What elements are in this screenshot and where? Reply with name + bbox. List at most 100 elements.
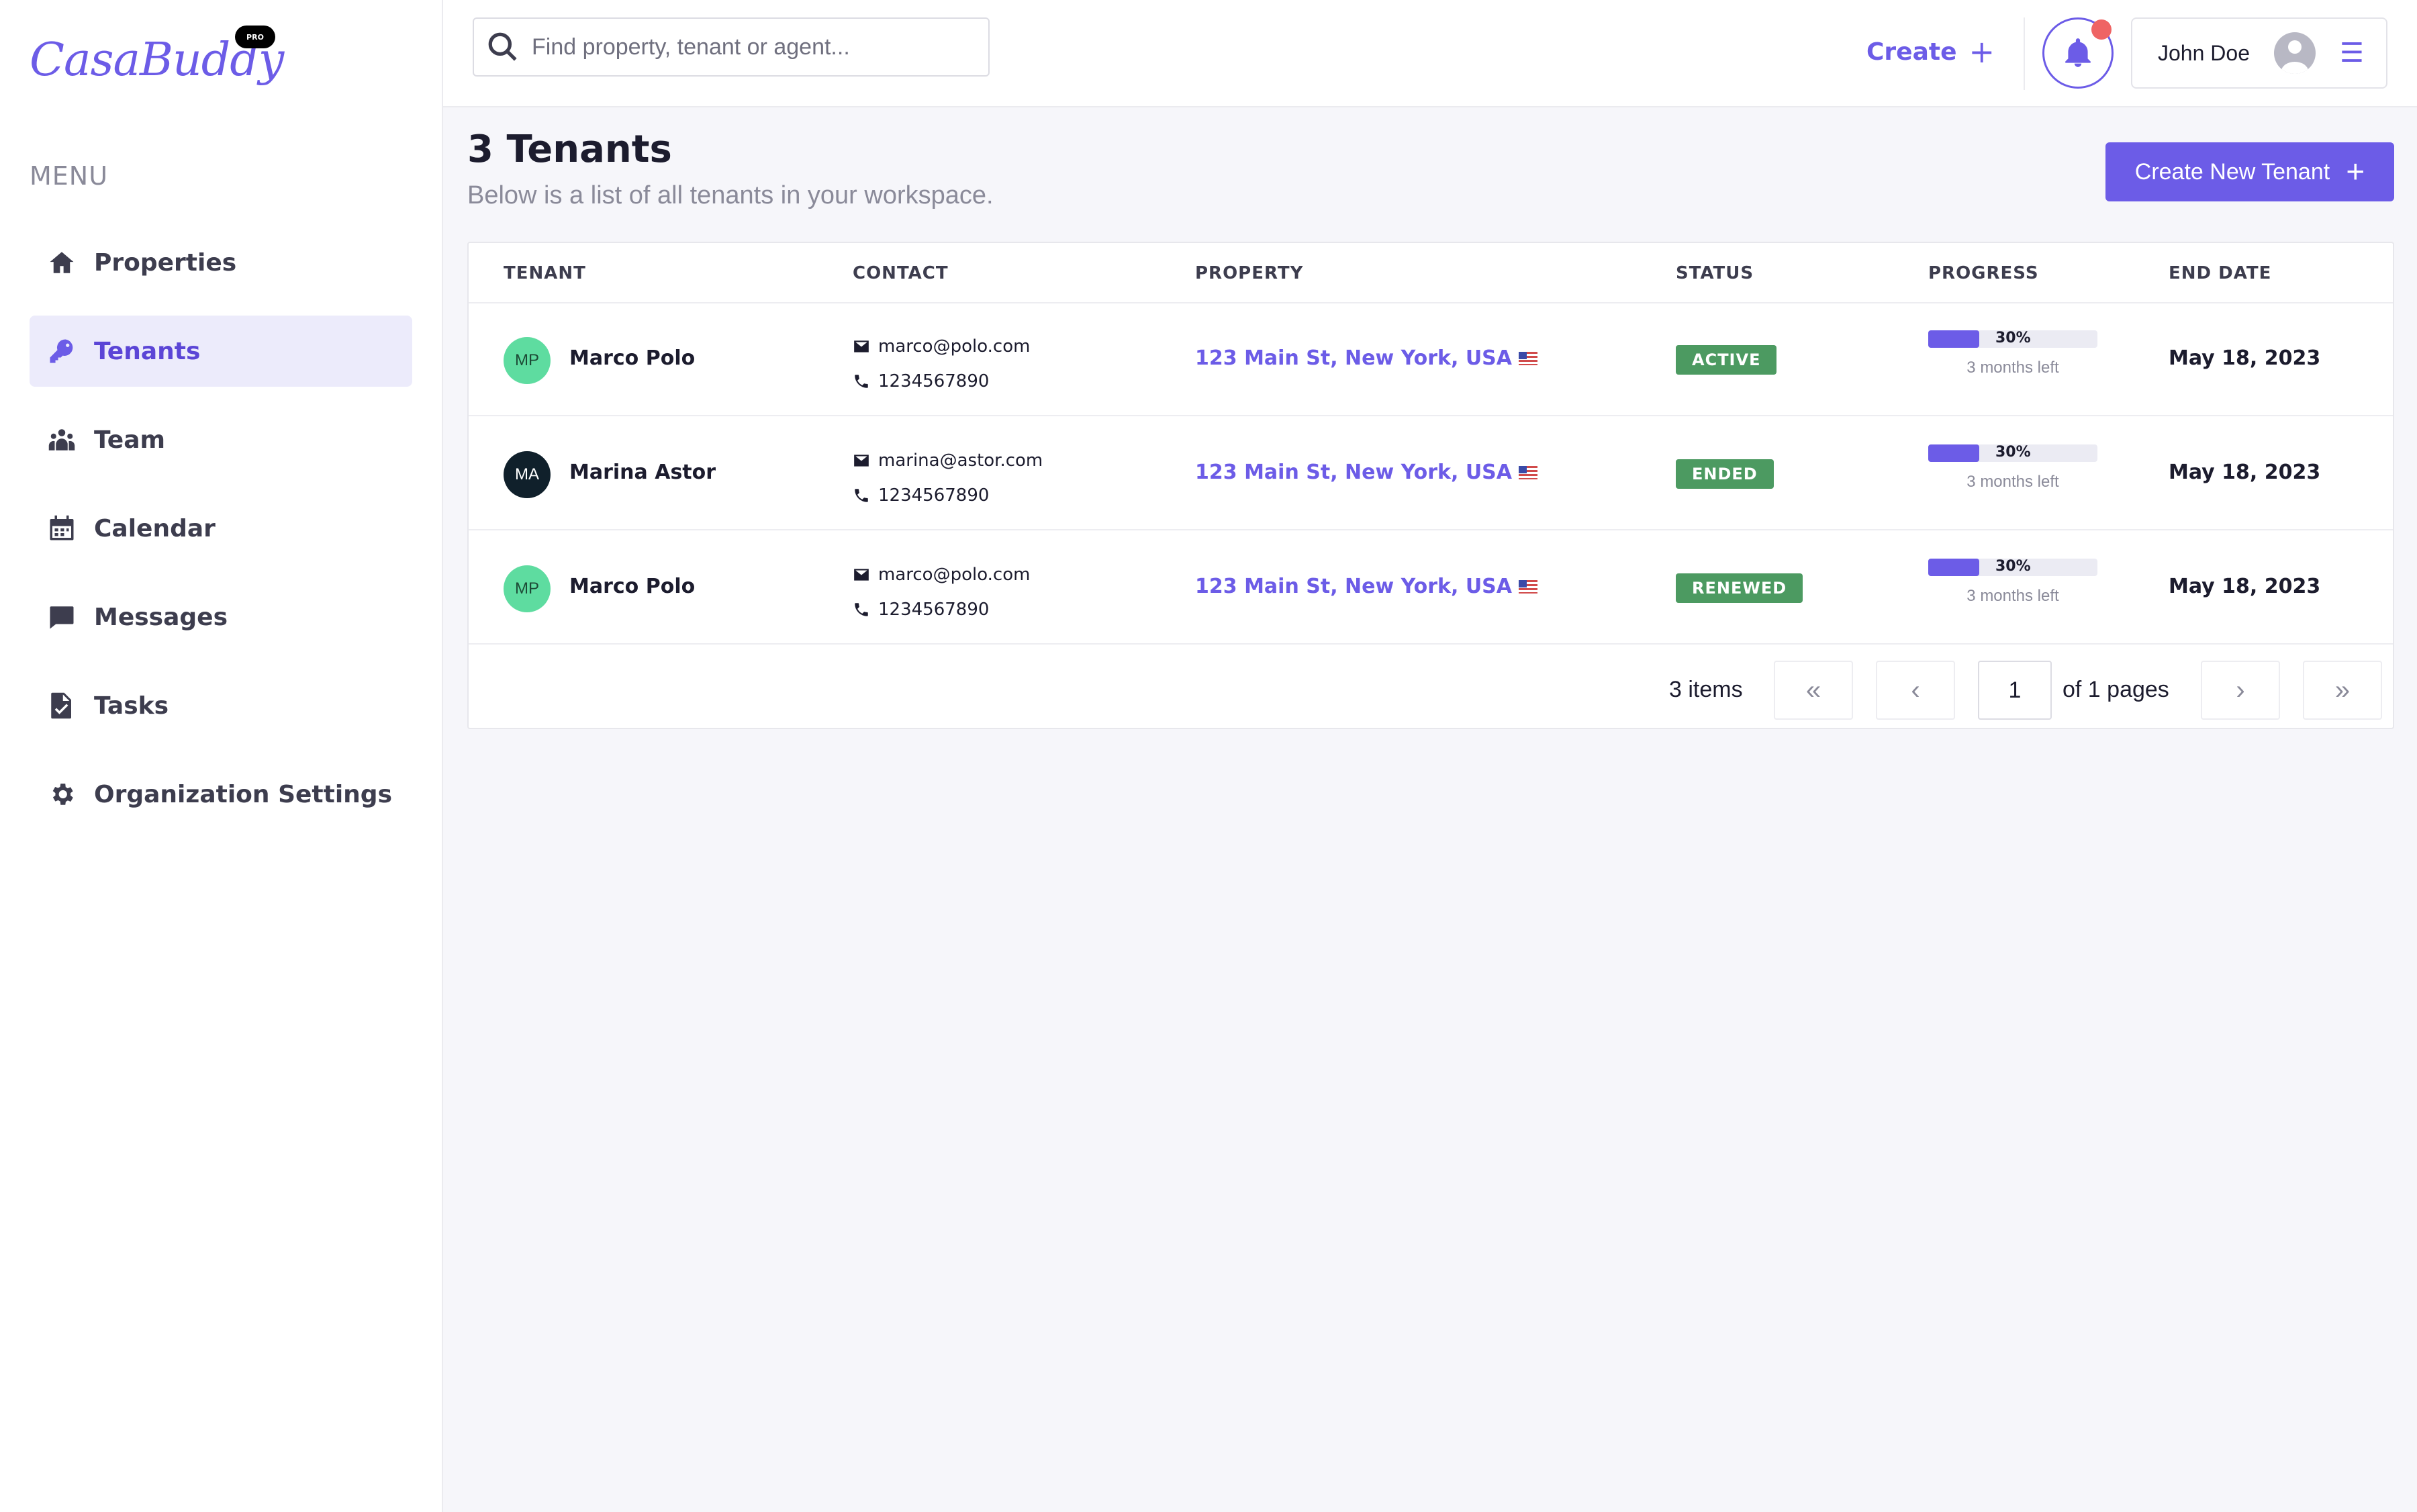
table-row[interactable]: MP Marco Polo marco@polo.com 1234567890 …	[469, 303, 2393, 416]
progress-fill	[1928, 444, 1979, 462]
us-flag-icon	[1519, 465, 1538, 479]
notification-dot	[2091, 19, 2112, 40]
previous-page-button[interactable]: ‹	[1876, 661, 1955, 720]
us-flag-icon	[1519, 579, 1538, 594]
sidebar-item-tenants[interactable]: Tenants	[30, 316, 412, 387]
mail-icon	[854, 455, 869, 467]
home-icon	[47, 248, 77, 277]
property-address: 123 Main St, New York, USA	[1195, 575, 1513, 598]
create-new-tenant-button[interactable]: Create New Tenant +	[2105, 142, 2394, 201]
sidebar-item-label: Tenants	[94, 337, 201, 365]
property-link[interactable]: 123 Main St, New York, USA	[1195, 461, 1538, 484]
sidebar-item-label: Tasks	[94, 692, 169, 720]
progress-label: 30%	[1995, 444, 2031, 461]
phone[interactable]: 1234567890	[878, 371, 989, 391]
property-address: 123 Main St, New York, USA	[1195, 461, 1513, 484]
chevron-right-icon: ›	[2236, 675, 2245, 705]
status-badge: RENEWED	[1676, 573, 1803, 603]
create-button[interactable]: Create +	[1866, 34, 1995, 70]
sidebar-item-messages[interactable]: Messages	[30, 581, 412, 653]
chevron-left-icon: ‹	[1911, 675, 1920, 705]
sidebar-item-properties[interactable]: Properties	[30, 227, 412, 298]
tenant-name[interactable]: Marina Astor	[569, 461, 716, 484]
avatar: MP	[504, 565, 551, 612]
items-count: 3 items	[1669, 677, 1743, 702]
email[interactable]: marco@polo.com	[878, 336, 1030, 357]
pagination: 3 items « ‹ of 1 pages › »	[469, 649, 2393, 729]
double-chevron-left-icon: «	[1805, 675, 1821, 705]
progress-bar: 30%	[1928, 330, 2097, 348]
email[interactable]: marco@polo.com	[878, 565, 1030, 585]
progress-label: 30%	[1995, 558, 2031, 575]
plus-icon: +	[2346, 154, 2365, 190]
progress-bar: 30%	[1928, 444, 2097, 462]
column-header-status[interactable]: STATUS	[1676, 263, 1754, 283]
sidebar-item-label: Team	[94, 426, 165, 454]
sidebar-item-label: Calendar	[94, 514, 216, 542]
table-row[interactable]: MA Marina Astor marina@astor.com 1234567…	[469, 418, 2393, 530]
task-icon	[47, 691, 77, 720]
sidebar-item-team[interactable]: Team	[30, 404, 412, 475]
column-header-property[interactable]: PROPERTY	[1195, 263, 1303, 283]
us-flag-icon	[1519, 351, 1538, 365]
end-date: May 18, 2023	[2169, 461, 2321, 484]
phone-icon	[855, 603, 868, 616]
page-title: 3 Tenants	[467, 128, 672, 171]
notifications-button[interactable]	[2042, 17, 2114, 89]
first-page-button[interactable]: «	[1774, 661, 1853, 720]
property-link[interactable]: 123 Main St, New York, USA	[1195, 346, 1538, 370]
next-page-button[interactable]: ›	[2201, 661, 2280, 720]
tenant-name[interactable]: Marco Polo	[569, 346, 695, 370]
last-page-button[interactable]: »	[2303, 661, 2382, 720]
search-input[interactable]	[532, 34, 948, 60]
end-date: May 18, 2023	[2169, 575, 2321, 598]
column-header-progress[interactable]: PROGRESS	[1928, 263, 2039, 283]
search-icon	[488, 32, 517, 61]
status-badge: ENDED	[1676, 459, 1774, 489]
plus-icon: +	[1969, 34, 1995, 70]
create-new-tenant-label: Create New Tenant	[2134, 158, 2330, 185]
sidebar: CasaBuddy PRO MENU Properties Tenants Te…	[0, 0, 443, 1512]
progress-label: 30%	[1995, 330, 2031, 346]
sidebar-item-organization-settings[interactable]: Organization Settings	[30, 759, 412, 830]
progress-note: 3 months left	[1966, 587, 2059, 605]
sidebar-item-calendar[interactable]: Calendar	[30, 493, 412, 564]
progress-fill	[1928, 559, 1979, 576]
search-box	[473, 17, 990, 77]
column-header-contact[interactable]: CONTACT	[853, 263, 949, 283]
email[interactable]: marina@astor.com	[878, 451, 1043, 471]
sidebar-item-tasks[interactable]: Tasks	[30, 670, 412, 741]
sidebar-item-label: Organization Settings	[94, 780, 393, 808]
contact-cell: marco@polo.com 1234567890	[853, 329, 1030, 399]
contact-cell: marco@polo.com 1234567890	[853, 557, 1030, 627]
user-name: John Doe	[2158, 40, 2250, 65]
team-icon	[47, 425, 77, 455]
avatar: MA	[504, 451, 551, 498]
sidebar-nav: Properties Tenants Team Calendar Message…	[30, 227, 412, 847]
progress-bar: 30%	[1928, 558, 2097, 576]
gear-icon	[47, 779, 77, 809]
column-header-end-date[interactable]: END DATE	[2169, 263, 2271, 283]
progress-cell: 30% 3 months left	[1928, 558, 2097, 606]
key-icon	[47, 336, 77, 366]
tenants-table: TENANT CONTACT PROPERTY STATUS PROGRESS …	[467, 242, 2394, 729]
mail-icon	[854, 340, 869, 352]
user-menu[interactable]: John Doe ☰	[2131, 17, 2387, 89]
tenant-name[interactable]: Marco Polo	[569, 575, 695, 598]
page-number-input[interactable]	[1978, 661, 2052, 720]
page-count: of 1 pages	[2063, 677, 2169, 702]
page-subtitle: Below is a list of all tenants in your w…	[467, 181, 994, 209]
phone[interactable]: 1234567890	[878, 485, 989, 506]
sidebar-item-label: Messages	[94, 603, 228, 631]
menu-heading: MENU	[30, 161, 109, 191]
pro-badge: PRO	[235, 26, 275, 48]
phone-icon	[855, 375, 868, 388]
phone[interactable]: 1234567890	[878, 600, 989, 620]
property-link[interactable]: 123 Main St, New York, USA	[1195, 575, 1538, 598]
column-header-tenant[interactable]: TENANT	[504, 263, 586, 283]
end-date: May 18, 2023	[2169, 346, 2321, 370]
table-row[interactable]: MP Marco Polo marco@polo.com 1234567890 …	[469, 532, 2393, 645]
progress-fill	[1928, 330, 1979, 348]
table-header: TENANT CONTACT PROPERTY STATUS PROGRESS …	[469, 243, 2393, 303]
mail-icon	[854, 569, 869, 581]
